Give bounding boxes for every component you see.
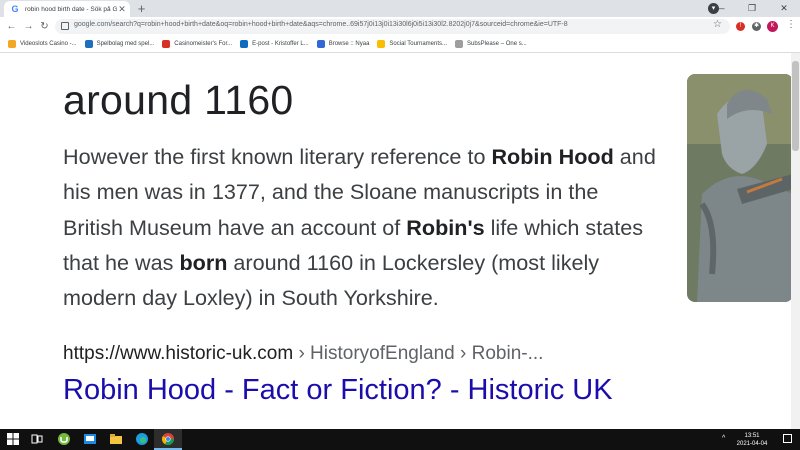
page-scrollbar[interactable] [791, 53, 800, 429]
new-tab-button[interactable]: + [135, 2, 148, 15]
url-text: google.com/search?q=robin+hood+birth+dat… [74, 21, 568, 28]
scrollbar-thumb[interactable] [792, 61, 799, 151]
windows-start-icon[interactable] [6, 432, 20, 446]
forward-icon[interactable]: → [22, 20, 35, 33]
bookmark-favicon-icon [84, 40, 93, 48]
clock[interactable]: 13:51 2021-04-04 [731, 432, 773, 448]
tray-caret-icon[interactable]: ^ [722, 435, 725, 442]
cite-path: › HistoryofEngland › Robin-... [293, 343, 544, 364]
bookmark-favicon-icon [8, 40, 16, 48]
bookmark-item[interactable]: Social Tournaments... [377, 40, 447, 48]
task-view-icon[interactable] [30, 432, 44, 446]
menu-dots-icon[interactable]: ⋮ [786, 19, 796, 30]
google-favicon-icon: G [11, 4, 19, 14]
result-citation: https://www.historic-uk.com › HistoryofE… [63, 343, 543, 365]
clock-time: 13:51 [744, 433, 760, 439]
bookmark-item[interactable]: Casinomeister's For... [162, 40, 232, 48]
page-icon [455, 40, 463, 48]
featured-snippet: However the first known literary referen… [63, 139, 663, 315]
edge-icon[interactable] [135, 432, 149, 446]
bookmark-item[interactable]: Browse :: Nyaa [316, 40, 369, 48]
back-icon[interactable]: ← [5, 20, 18, 33]
maximize-icon[interactable]: ❐ [736, 0, 768, 17]
minimize-icon[interactable]: — [704, 0, 736, 17]
featured-answer: around 1160 [63, 77, 294, 123]
close-tab-icon[interactable]: ✕ [117, 4, 127, 14]
reload-icon[interactable]: ↻ [38, 20, 51, 33]
lock-icon [61, 22, 69, 30]
bookmarks-bar: Videoslots Casino -... Spelbolag med spe… [0, 36, 800, 53]
bookmark-favicon-icon [316, 40, 325, 48]
outlook-icon [240, 40, 249, 48]
result-link[interactable]: Robin Hood - Fact or Fiction? - Historic… [63, 374, 613, 407]
snippet-highlight: born [179, 249, 228, 275]
utorrent-icon[interactable] [57, 432, 71, 446]
robin-hood-statue-image[interactable] [687, 74, 793, 302]
browser-toolbar: ← → ↻ google.com/search?q=robin+hood+bir… [0, 17, 800, 36]
remote-desktop-icon[interactable] [83, 432, 97, 446]
chrome-icon[interactable] [161, 432, 175, 446]
extensions-puzzle-icon[interactable]: ✱ [752, 22, 761, 31]
snippet-highlight: Robin's [406, 214, 485, 240]
bookmark-favicon-icon [377, 40, 386, 48]
bookmark-star-icon[interactable]: ☆ [713, 19, 722, 30]
file-explorer-icon[interactable] [109, 432, 123, 446]
notifications-icon[interactable] [783, 434, 792, 443]
windows-taskbar: ^ 13:51 2021-04-04 [0, 429, 800, 450]
extension-icon[interactable]: ! [736, 22, 745, 31]
bookmark-item[interactable]: E-post - Kristoffer L... [240, 40, 309, 48]
cite-domain: https://www.historic-uk.com [63, 343, 294, 364]
browser-tab[interactable]: G robin hood birth date - Sök på Google … [4, 1, 130, 17]
bookmark-item[interactable]: SubsPlease – One s... [455, 40, 527, 48]
bookmark-item[interactable]: Videoslots Casino -... [8, 40, 77, 48]
window-controls: — ❐ ✕ [704, 0, 800, 17]
clock-date: 2021-04-04 [736, 441, 768, 447]
search-results-page: around 1160 However the first known lite… [0, 53, 800, 429]
tab-strip: G robin hood birth date - Sök på Google … [0, 0, 800, 17]
snippet-highlight: Robin Hood [491, 144, 614, 169]
tab-title: robin hood birth date - Sök på Google [25, 5, 117, 13]
heart-icon [162, 40, 171, 48]
bookmark-item[interactable]: Spelbolag med spel... [84, 40, 154, 48]
profile-avatar[interactable]: K [767, 21, 778, 32]
close-window-icon[interactable]: ✕ [768, 0, 800, 17]
address-bar[interactable]: google.com/search?q=robin+hood+birth+dat… [55, 19, 730, 34]
snippet-text: However the first known literary referen… [63, 144, 492, 169]
